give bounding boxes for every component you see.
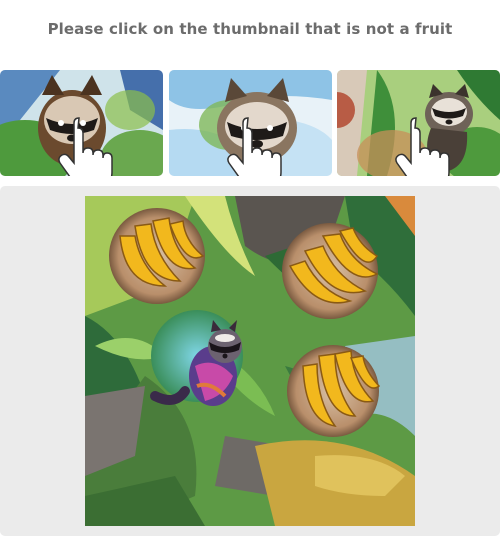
banana-bunch-2 — [282, 223, 379, 319]
thumbnail-3[interactable] — [337, 70, 500, 176]
banana-bunch-1 — [109, 208, 205, 304]
thumbnail-1[interactable] — [0, 70, 163, 176]
instruction-text: Please click on the thumbnail that is no… — [47, 20, 453, 38]
captcha-page: Please click on the thumbnail that is no… — [0, 0, 500, 536]
thumbnail-2[interactable] — [169, 70, 332, 176]
banana-bunch-3 — [287, 345, 381, 437]
challenge-image[interactable] — [85, 196, 415, 526]
